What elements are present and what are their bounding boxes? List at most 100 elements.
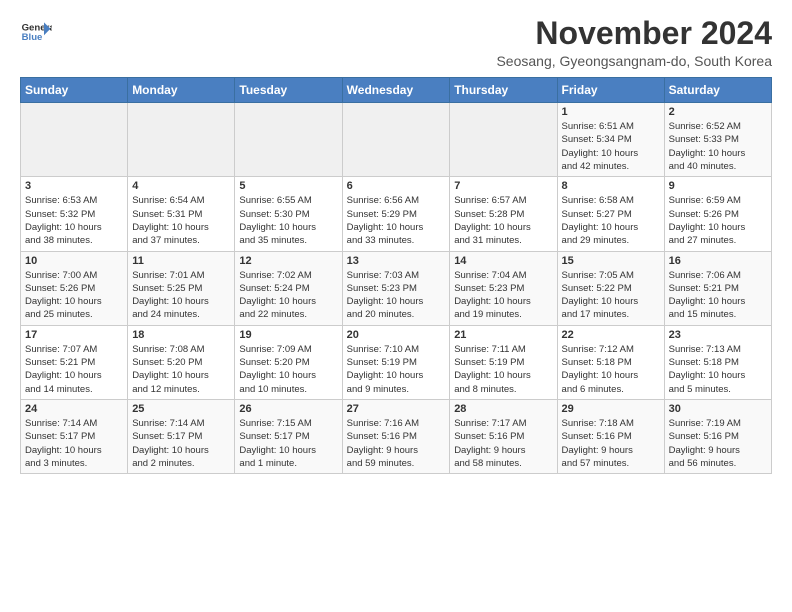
day-info: Sunrise: 7:04 AM Sunset: 5:23 PM Dayligh… [454, 269, 552, 322]
day-info: Sunrise: 7:14 AM Sunset: 5:17 PM Dayligh… [25, 417, 123, 470]
calendar-cell: 29Sunrise: 7:18 AM Sunset: 5:16 PM Dayli… [557, 399, 664, 473]
header: General Blue November 2024 Seosang, Gyeo… [20, 16, 772, 69]
calendar-table: SundayMondayTuesdayWednesdayThursdayFrid… [20, 77, 772, 474]
calendar-cell: 8Sunrise: 6:58 AM Sunset: 5:27 PM Daylig… [557, 177, 664, 251]
calendar-cell: 17 Sunrise: 7:07 AM Sunset: 5:21 PM Dayli… [21, 325, 128, 399]
day-info: Sunrise: 7:00 AM Sunset: 5:26 PM Dayligh… [25, 269, 123, 322]
day-of-week-header: Wednesday [342, 78, 450, 103]
day-info: Sunrise: 6:51 AM Sunset: 5:34 PM Dayligh… [562, 120, 660, 173]
day-of-week-header: Monday [128, 78, 235, 103]
day-info: Sunrise: 7:14 AM Sunset: 5:17 PM Dayligh… [132, 417, 230, 470]
day-number: 21 [454, 329, 552, 341]
day-of-week-header: Tuesday [235, 78, 342, 103]
day-info: Sunrise: 7:01 AM Sunset: 5:25 PM Dayligh… [132, 269, 230, 322]
day-info: Sunrise: 6:56 AM Sunset: 5:29 PM Dayligh… [347, 194, 446, 247]
calendar-cell: 24 Sunrise: 7:14 AM Sunset: 5:17 PM Dayli… [21, 399, 128, 473]
calendar-cell: 15 Sunrise: 7:05 AM Sunset: 5:22 PM Dayli… [557, 251, 664, 325]
day-number: 22 [562, 329, 660, 341]
day-info: Sunrise: 7:12 AM Sunset: 5:18 PM Dayligh… [562, 343, 660, 396]
calendar-week-row: 24 Sunrise: 7:14 AM Sunset: 5:17 PM Dayli… [21, 399, 772, 473]
calendar-cell [235, 103, 342, 177]
day-number: 15 [562, 255, 660, 267]
calendar-cell: 2 Sunrise: 6:52 AM Sunset: 5:33 PM Daylig… [664, 103, 771, 177]
day-info: Sunrise: 6:59 AM Sunset: 5:26 PM Dayligh… [669, 194, 767, 247]
day-info: Sunrise: 6:52 AM Sunset: 5:33 PM Dayligh… [669, 120, 767, 173]
calendar-cell: 26 Sunrise: 7:15 AM Sunset: 5:17 PM Dayli… [235, 399, 342, 473]
calendar-cell: 25 Sunrise: 7:14 AM Sunset: 5:17 PM Dayli… [128, 399, 235, 473]
day-number: 26 [239, 403, 337, 415]
calendar-cell: 7 Sunrise: 6:57 AM Sunset: 5:28 PM Daylig… [450, 177, 557, 251]
calendar-cell: 9 Sunrise: 6:59 AM Sunset: 5:26 PM Daylig… [664, 177, 771, 251]
calendar-cell: 14 Sunrise: 7:04 AM Sunset: 5:23 PM Dayli… [450, 251, 557, 325]
calendar-cell: 10 Sunrise: 7:00 AM Sunset: 5:26 PM Dayli… [21, 251, 128, 325]
day-number: 25 [132, 403, 230, 415]
day-number: 24 [25, 403, 123, 415]
calendar-cell: 13 Sunrise: 7:03 AM Sunset: 5:23 PM Dayli… [342, 251, 450, 325]
day-number: 8 [562, 180, 660, 192]
day-of-week-header: Friday [557, 78, 664, 103]
calendar-cell: 11Sunrise: 7:01 AM Sunset: 5:25 PM Dayli… [128, 251, 235, 325]
day-of-week-header: Thursday [450, 78, 557, 103]
calendar-week-row: 10 Sunrise: 7:00 AM Sunset: 5:26 PM Dayli… [21, 251, 772, 325]
calendar-cell: 22 Sunrise: 7:12 AM Sunset: 5:18 PM Dayli… [557, 325, 664, 399]
calendar-cell: 19 Sunrise: 7:09 AM Sunset: 5:20 PM Dayli… [235, 325, 342, 399]
svg-text:Blue: Blue [22, 32, 43, 43]
calendar-cell: 6 Sunrise: 6:56 AM Sunset: 5:29 PM Daylig… [342, 177, 450, 251]
day-info: Sunrise: 7:09 AM Sunset: 5:20 PM Dayligh… [239, 343, 337, 396]
day-number: 5 [239, 180, 337, 192]
day-of-week-header: Saturday [664, 78, 771, 103]
calendar-cell [21, 103, 128, 177]
calendar-cell [450, 103, 557, 177]
calendar-cell: 21 Sunrise: 7:11 AM Sunset: 5:19 PM Dayli… [450, 325, 557, 399]
day-info: Sunrise: 7:17 AM Sunset: 5:16 PM Dayligh… [454, 417, 552, 470]
calendar-cell: 5 Sunrise: 6:55 AM Sunset: 5:30 PM Daylig… [235, 177, 342, 251]
day-number: 28 [454, 403, 552, 415]
day-info: Sunrise: 6:54 AM Sunset: 5:31 PM Dayligh… [132, 194, 230, 247]
calendar-week-row: 1 Sunrise: 6:51 AM Sunset: 5:34 PM Daylig… [21, 103, 772, 177]
day-number: 7 [454, 180, 552, 192]
day-number: 10 [25, 255, 123, 267]
logo: General Blue [20, 16, 52, 48]
day-number: 14 [454, 255, 552, 267]
day-number: 2 [669, 106, 767, 118]
day-info: Sunrise: 7:06 AM Sunset: 5:21 PM Dayligh… [669, 269, 767, 322]
calendar-cell: 20 Sunrise: 7:10 AM Sunset: 5:19 PM Dayli… [342, 325, 450, 399]
calendar-cell: 23 Sunrise: 7:13 AM Sunset: 5:18 PM Dayli… [664, 325, 771, 399]
day-info: Sunrise: 7:11 AM Sunset: 5:19 PM Dayligh… [454, 343, 552, 396]
calendar-cell: 16 Sunrise: 7:06 AM Sunset: 5:21 PM Dayli… [664, 251, 771, 325]
calendar-week-row: 3Sunrise: 6:53 AM Sunset: 5:32 PM Daylig… [21, 177, 772, 251]
day-info: Sunrise: 7:02 AM Sunset: 5:24 PM Dayligh… [239, 269, 337, 322]
day-number: 1 [562, 106, 660, 118]
day-info: Sunrise: 7:10 AM Sunset: 5:19 PM Dayligh… [347, 343, 446, 396]
day-number: 27 [347, 403, 446, 415]
day-of-week-header: Sunday [21, 78, 128, 103]
day-number: 20 [347, 329, 446, 341]
calendar-cell: 28 Sunrise: 7:17 AM Sunset: 5:16 PM Dayli… [450, 399, 557, 473]
day-number: 9 [669, 180, 767, 192]
day-number: 4 [132, 180, 230, 192]
day-info: Sunrise: 6:53 AM Sunset: 5:32 PM Dayligh… [25, 194, 123, 247]
calendar-cell: 12Sunrise: 7:02 AM Sunset: 5:24 PM Dayli… [235, 251, 342, 325]
day-number: 18 [132, 329, 230, 341]
calendar-cell: 1 Sunrise: 6:51 AM Sunset: 5:34 PM Daylig… [557, 103, 664, 177]
day-number: 19 [239, 329, 337, 341]
logo-icon: General Blue [20, 16, 52, 48]
day-number: 6 [347, 180, 446, 192]
day-info: Sunrise: 6:55 AM Sunset: 5:30 PM Dayligh… [239, 194, 337, 247]
title-area: November 2024 Seosang, Gyeongsangnam-do,… [496, 16, 772, 69]
day-info: Sunrise: 7:05 AM Sunset: 5:22 PM Dayligh… [562, 269, 660, 322]
calendar-cell [342, 103, 450, 177]
calendar-cell: 3Sunrise: 6:53 AM Sunset: 5:32 PM Daylig… [21, 177, 128, 251]
day-info: Sunrise: 7:07 AM Sunset: 5:21 PM Dayligh… [25, 343, 123, 396]
day-info: Sunrise: 7:13 AM Sunset: 5:18 PM Dayligh… [669, 343, 767, 396]
day-number: 13 [347, 255, 446, 267]
calendar-cell: 18Sunrise: 7:08 AM Sunset: 5:20 PM Dayli… [128, 325, 235, 399]
calendar-cell: 4 Sunrise: 6:54 AM Sunset: 5:31 PM Daylig… [128, 177, 235, 251]
day-number: 23 [669, 329, 767, 341]
day-number: 16 [669, 255, 767, 267]
calendar-cell: 27Sunrise: 7:16 AM Sunset: 5:16 PM Dayli… [342, 399, 450, 473]
day-info: Sunrise: 6:57 AM Sunset: 5:28 PM Dayligh… [454, 194, 552, 247]
day-number: 17 [25, 329, 123, 341]
day-info: Sunrise: 7:03 AM Sunset: 5:23 PM Dayligh… [347, 269, 446, 322]
day-info: Sunrise: 7:15 AM Sunset: 5:17 PM Dayligh… [239, 417, 337, 470]
